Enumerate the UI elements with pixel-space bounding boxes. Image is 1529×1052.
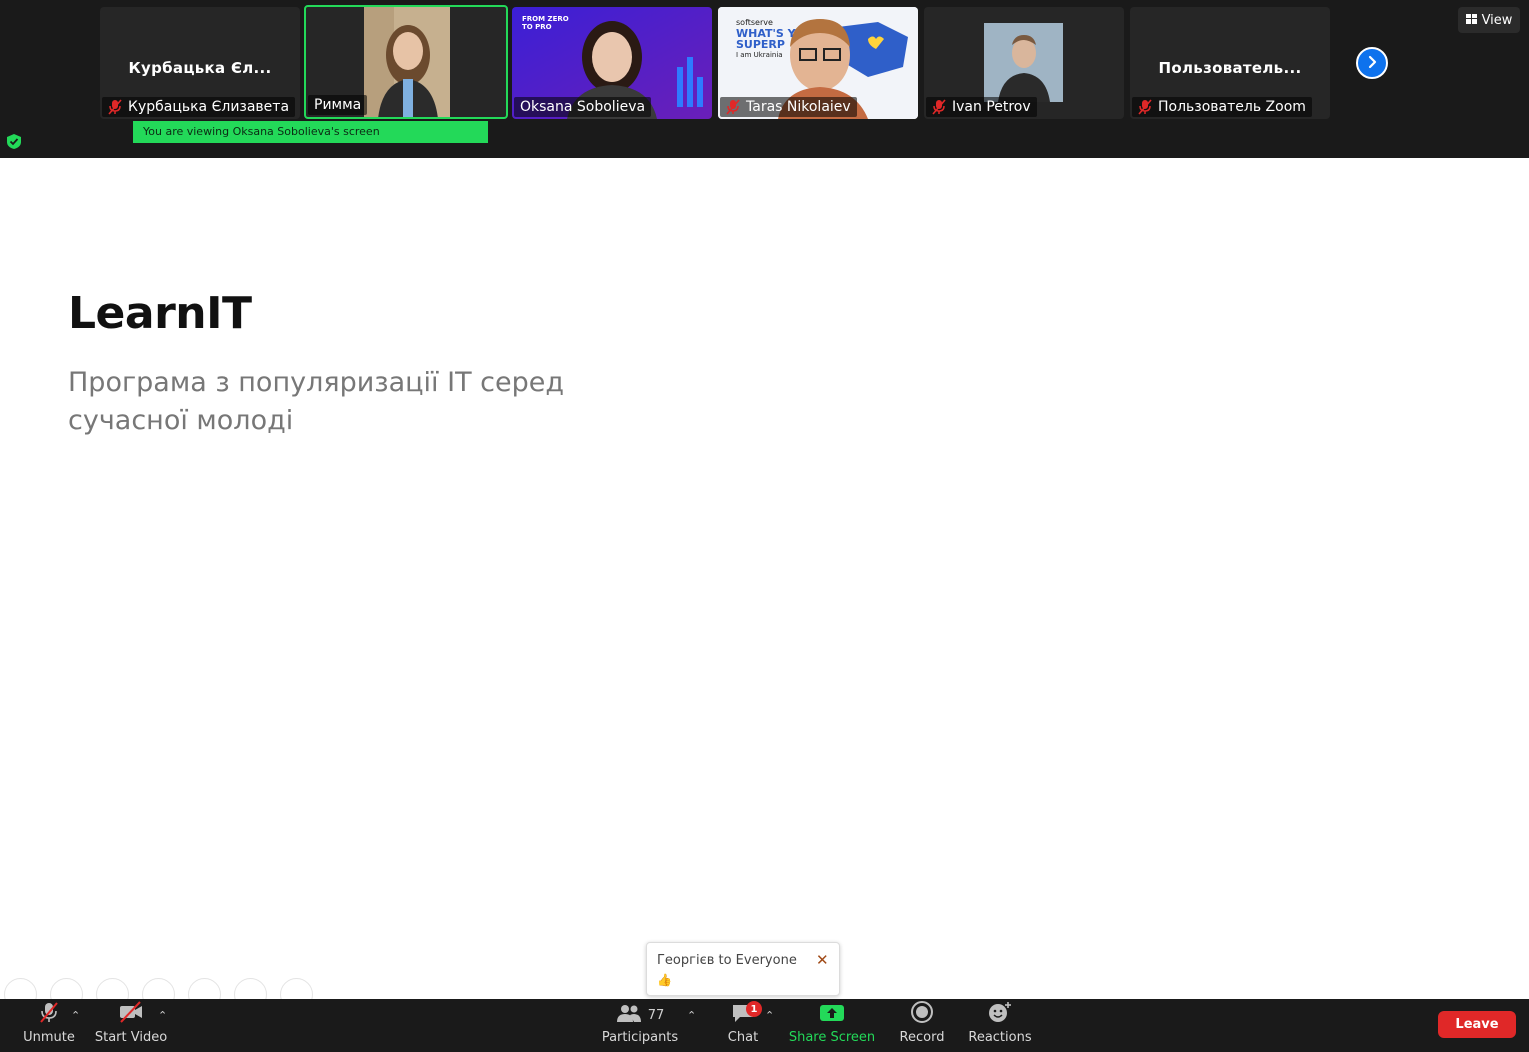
participant-tile-zoom-user[interactable]: Пользователь... Пользователь Zoom (1130, 7, 1330, 119)
background-text: FROM ZERO TO PRO (522, 15, 569, 31)
participant-name-tag: Курбацька Єлизавета (102, 97, 296, 117)
chevron-right-icon (1365, 54, 1379, 73)
background-text: softserve WHAT'S Y SUPERP I am Ukrainia (736, 18, 796, 59)
mic-muted-icon (932, 99, 946, 115)
reactions-button[interactable]: Reactions (967, 999, 1033, 1052)
participant-strip: Курбацька Єл... Курбацька Єлизавета Римм… (0, 0, 1529, 158)
slide-subtitle: Програма з популяризації ІТ серед сучасн… (68, 367, 565, 436)
unmute-button[interactable]: Unmute (22, 999, 76, 1052)
mic-muted-icon (108, 99, 122, 115)
start-video-button[interactable]: Start Video (95, 999, 167, 1052)
mic-muted-icon (1138, 99, 1152, 115)
participant-tile-kurbatska[interactable]: Курбацька Єл... Курбацька Єлизавета (100, 7, 300, 119)
encryption-shield-icon[interactable] (7, 134, 21, 149)
participant-avatar (984, 23, 1063, 102)
participant-name: Курбацька Єлизавета (128, 99, 290, 115)
mic-muted-icon (38, 1001, 60, 1027)
video-options-chevron-icon[interactable]: ⌃ (158, 1009, 167, 1022)
view-button[interactable]: View (1458, 7, 1520, 33)
participant-tile-title: Пользователь... (1158, 59, 1302, 77)
participant-tile-rimma[interactable]: Римма (304, 5, 508, 119)
mic-muted-icon (726, 99, 740, 115)
next-page-button[interactable] (1356, 47, 1388, 79)
viewing-screen-banner: You are viewing Oksana Sobolieva's scree… (133, 121, 488, 143)
participant-name: Пользователь Zoom (1158, 99, 1306, 115)
shared-screen: LearnIT Програма з популяризації ІТ сере… (0, 158, 1529, 1011)
participant-name: Римма (314, 97, 362, 113)
slide-title: LearnIT (68, 288, 252, 339)
view-label: View (1481, 12, 1513, 28)
chat-sender: Георгієв to Everyone (657, 953, 797, 968)
participants-options-chevron-icon[interactable]: ⌃ (687, 1009, 696, 1022)
video-off-icon (118, 1001, 144, 1027)
grid-view-icon (1465, 13, 1477, 28)
meeting-toolbar: Unmute ⌃ Start Video ⌃ 77 Participants ⌃ (0, 999, 1529, 1052)
share-screen-icon (819, 1003, 845, 1027)
participant-tile-oksana[interactable]: FROM ZERO TO PRO Oksana Sobolieva (512, 7, 712, 119)
audio-options-chevron-icon[interactable]: ⌃ (71, 1009, 80, 1022)
participant-name: Ivan Petrov (952, 99, 1031, 115)
record-icon (911, 1001, 933, 1027)
chat-options-chevron-icon[interactable]: ⌃ (765, 1009, 774, 1022)
participants-count: 77 (647, 1007, 665, 1023)
participant-name: Taras Nikolaiev (746, 99, 851, 115)
participant-name-tag: Римма (308, 95, 368, 115)
participant-name: Oksana Sobolieva (520, 99, 646, 115)
participant-tile-taras[interactable]: softserve WHAT'S Y SUPERP I am Ukrainia … (718, 7, 918, 119)
participant-video (364, 7, 450, 117)
zoom-meeting-window: Курбацька Єл... Курбацька Єлизавета Римм… (0, 0, 1529, 1052)
record-button[interactable]: Record (897, 999, 947, 1052)
chat-unread-badge: 1 (746, 1001, 762, 1017)
participant-tile-title: Курбацька Єл... (128, 59, 272, 77)
chat-message: 👍 (657, 973, 672, 987)
close-icon[interactable]: ✕ (816, 951, 829, 969)
share-screen-button[interactable]: Share Screen (788, 999, 876, 1052)
participant-name-tag: Ivan Petrov (926, 97, 1037, 117)
chat-notification[interactable]: Георгієв to Everyone 👍 ✕ (646, 942, 840, 996)
participant-name-tag: Oksana Sobolieva (514, 97, 652, 117)
participants-button[interactable]: 77 Participants (600, 999, 680, 1052)
participants-icon (616, 1003, 642, 1027)
participant-tile-ivan[interactable]: Ivan Petrov (924, 7, 1124, 119)
participant-name-tag: Пользователь Zoom (1132, 97, 1312, 117)
participant-name-tag: Taras Nikolaiev (720, 97, 857, 117)
leave-button[interactable]: Leave (1438, 1011, 1516, 1038)
smiley-plus-icon (987, 1001, 1013, 1027)
